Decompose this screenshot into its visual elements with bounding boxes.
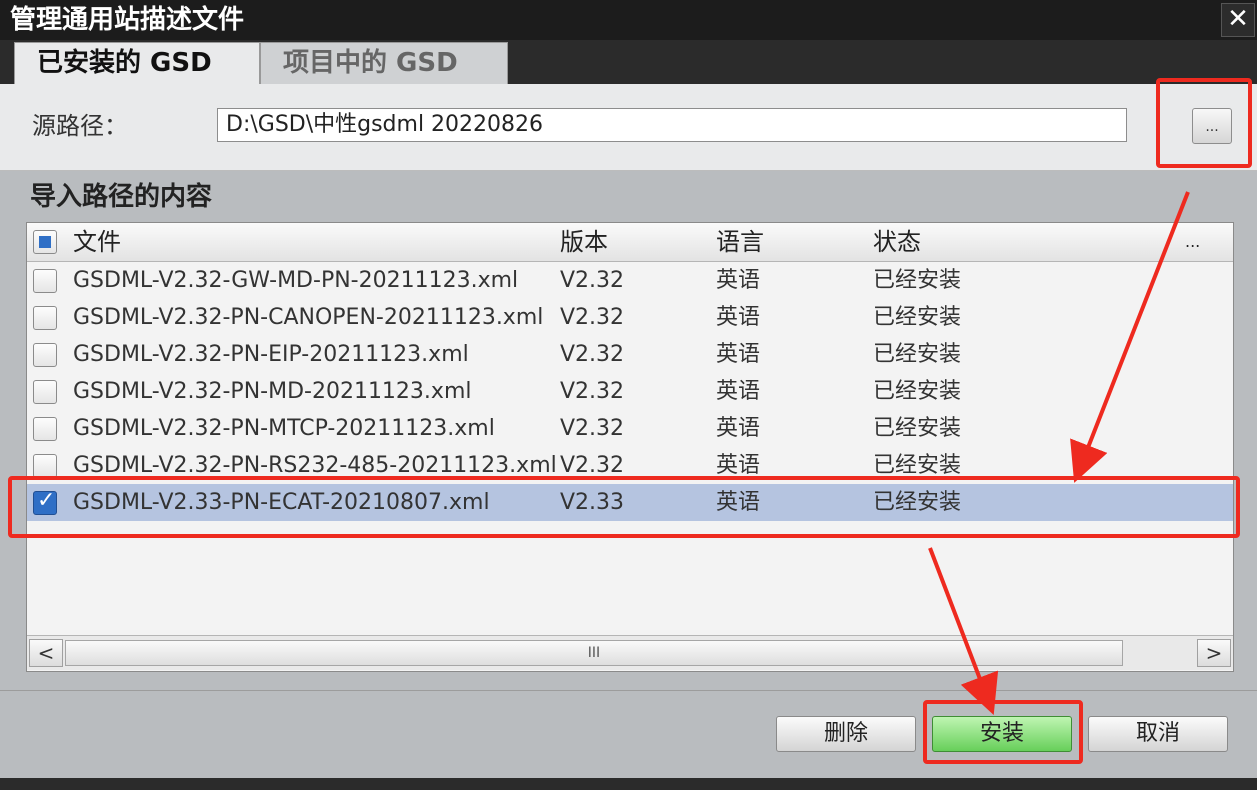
table-row-selected[interactable]: ✓ GSDML-V2.33-PN-ECAT-20210807.xml V2.33…	[27, 484, 1233, 522]
import-content-title: 导入路径的内容	[30, 182, 213, 212]
table-row[interactable]: GSDML-V2.32-PN-CANOPEN-20211123.xml V2.3…	[27, 299, 1233, 337]
window-title: 管理通用站描述文件	[10, 5, 245, 35]
row-language: 英语	[716, 453, 761, 478]
check-mark-icon: ✓	[37, 488, 56, 513]
row-file: GSDML-V2.32-PN-CANOPEN-20211123.xml	[73, 305, 544, 330]
row-file: GSDML-V2.32-GW-MD-PN-20211123.xml	[73, 268, 519, 293]
install-button[interactable]: 安装	[932, 716, 1072, 752]
horizontal-scrollbar[interactable]: < III >	[27, 635, 1233, 670]
row-status: 已经安装	[873, 416, 962, 441]
row-checkbox[interactable]	[33, 306, 57, 330]
cancel-button[interactable]: 取消	[1088, 716, 1228, 752]
footer-divider	[0, 690, 1257, 691]
close-button[interactable]: ✕	[1221, 3, 1255, 37]
row-file: GSDML-V2.32-PN-RS232-485-20211123.xml	[73, 453, 557, 478]
source-path-label: 源路径：	[32, 112, 128, 140]
partial-check-indicator	[39, 236, 51, 248]
row-checkbox[interactable]	[33, 380, 57, 404]
window-bottom-edge	[0, 778, 1257, 790]
tab-installed-gsd[interactable]: 已安装的 GSD	[14, 42, 260, 84]
row-language: 英语	[716, 379, 761, 404]
table-row[interactable]: GSDML-V2.32-GW-MD-PN-20211123.xml V2.32 …	[27, 262, 1233, 300]
row-language: 英语	[716, 342, 761, 367]
row-status: 已经安装	[873, 268, 962, 293]
row-language: 英语	[716, 268, 761, 293]
scroll-thumb[interactable]: III	[65, 640, 1123, 666]
row-status: 已经安装	[873, 342, 962, 367]
empty-row	[27, 558, 1233, 596]
row-file: GSDML-V2.33-PN-ECAT-20210807.xml	[73, 490, 490, 515]
row-language: 英语	[716, 305, 761, 330]
row-language: 英语	[716, 490, 761, 515]
source-path-input[interactable]: D:\GSD\中性gsdml 20220826	[217, 108, 1127, 142]
scroll-right-button[interactable]: >	[1197, 639, 1231, 667]
row-checkbox[interactable]	[33, 269, 57, 293]
row-language: 英语	[716, 416, 761, 441]
column-header-file[interactable]: 文件	[73, 223, 121, 261]
column-header-status[interactable]: 状态	[873, 223, 921, 261]
row-version: V2.32	[560, 268, 625, 293]
table-row[interactable]: GSDML-V2.32-PN-RS232-485-20211123.xml V2…	[27, 447, 1233, 485]
row-file: GSDML-V2.32-PN-MTCP-20211123.xml	[73, 416, 495, 441]
row-version: V2.33	[560, 490, 625, 515]
row-checkbox[interactable]	[33, 343, 57, 367]
tab-strip: 已安装的 GSD 项目中的 GSD	[0, 40, 1257, 84]
row-version: V2.32	[560, 453, 625, 478]
row-checkbox-checked[interactable]: ✓	[33, 488, 57, 515]
select-all-checkbox[interactable]	[33, 230, 57, 254]
row-version: V2.32	[560, 416, 625, 441]
browse-button[interactable]: ...	[1192, 108, 1232, 144]
row-version: V2.32	[560, 305, 625, 330]
row-status: 已经安装	[873, 453, 962, 478]
row-status: 已经安装	[873, 379, 962, 404]
table-row[interactable]: GSDML-V2.32-PN-MD-20211123.xml V2.32 英语 …	[27, 373, 1233, 411]
row-status: 已经安装	[873, 305, 962, 330]
table-row[interactable]: GSDML-V2.32-PN-EIP-20211123.xml V2.32 英语…	[27, 336, 1233, 374]
empty-row	[27, 521, 1233, 559]
column-header-version[interactable]: 版本	[560, 223, 608, 261]
empty-row	[27, 595, 1233, 636]
table-header: 文件 版本 语言 状态 ...	[27, 223, 1233, 262]
row-version: V2.32	[560, 379, 625, 404]
scroll-left-button[interactable]: <	[29, 639, 63, 667]
row-version: V2.32	[560, 342, 625, 367]
gsd-file-table: 文件 版本 语言 状态 ... GSDML-V2.32-GW-MD-PN-202…	[26, 222, 1234, 672]
row-status: 已经安装	[873, 490, 962, 515]
title-bar: 管理通用站描述文件 ✕	[0, 0, 1257, 40]
source-path-panel: 源路径： D:\GSD\中性gsdml 20220826 ...	[0, 84, 1257, 171]
delete-button[interactable]: 删除	[776, 716, 916, 752]
column-header-language[interactable]: 语言	[716, 223, 764, 261]
row-checkbox[interactable]	[33, 454, 57, 478]
manage-gsd-dialog: 管理通用站描述文件 ✕ 已安装的 GSD 项目中的 GSD 源路径： D:\GS…	[0, 0, 1257, 790]
table-row[interactable]: GSDML-V2.32-PN-MTCP-20211123.xml V2.32 英…	[27, 410, 1233, 448]
tab-project-gsd[interactable]: 项目中的 GSD	[260, 42, 508, 84]
column-header-more[interactable]: ...	[1185, 223, 1200, 261]
row-file: GSDML-V2.32-PN-MD-20211123.xml	[73, 379, 472, 404]
row-checkbox[interactable]	[33, 417, 57, 441]
row-file: GSDML-V2.32-PN-EIP-20211123.xml	[73, 342, 469, 367]
